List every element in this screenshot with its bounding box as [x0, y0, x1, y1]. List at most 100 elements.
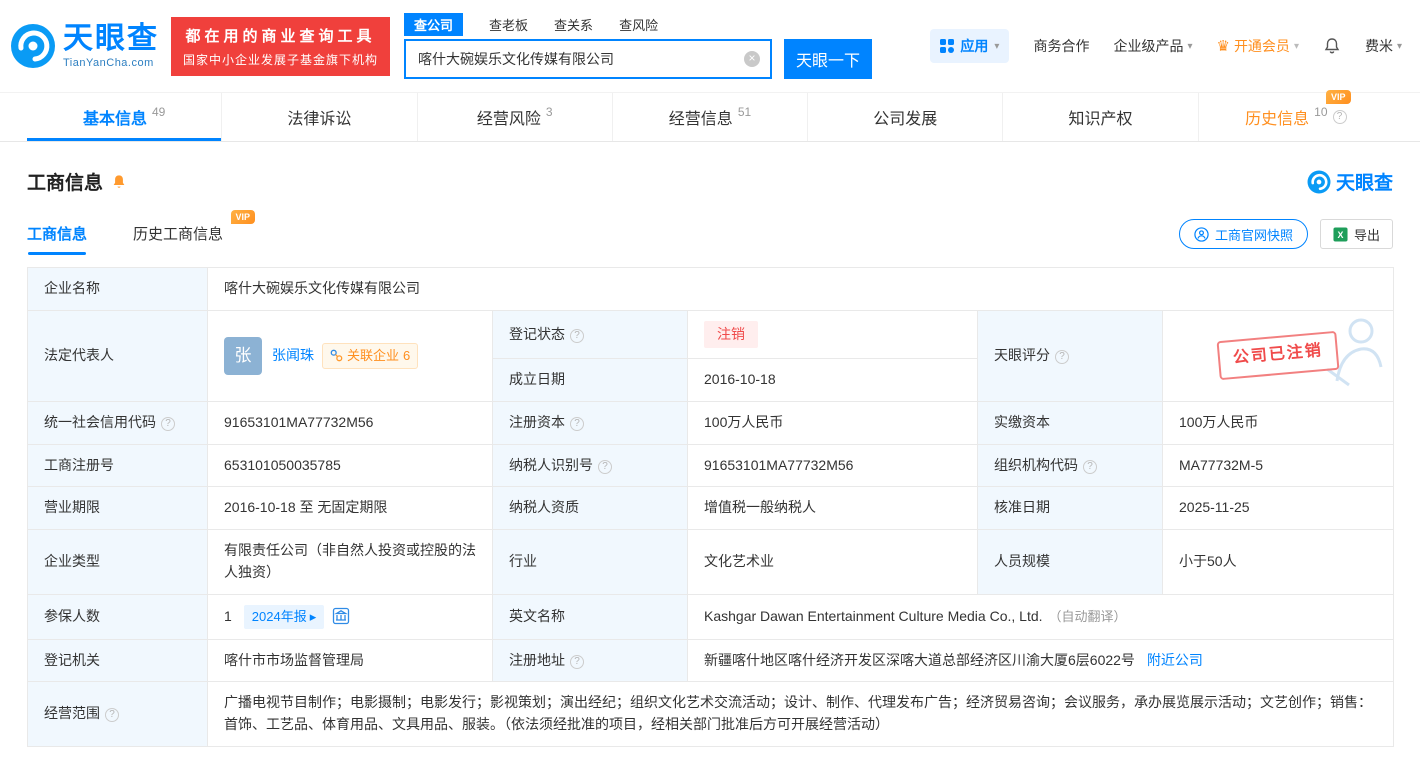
tab-history-info[interactable]: 历史信息 10 ? VIP — [1199, 93, 1393, 141]
field-label-legal-rep: 法定代表人 — [28, 310, 208, 401]
nav-vip-label: 开通会员 — [1234, 36, 1290, 56]
tab-business-info[interactable]: 经营信息 51 — [613, 93, 808, 141]
legal-rep-name-link[interactable]: 张闻珠 — [272, 345, 314, 367]
help-icon[interactable]: ? — [570, 655, 584, 669]
field-label-credit-code: 统一社会信用代码? — [28, 402, 208, 445]
top-header: 天眼查 TianYanCha.com 都在用的商业查询工具 国家中小企业发展子基… — [0, 0, 1420, 92]
tab-legal-proceedings[interactable]: 法律诉讼 — [222, 93, 417, 141]
field-label-industry: 行业 — [493, 530, 688, 594]
field-label-paid-capital: 实缴资本 — [978, 402, 1163, 445]
field-value-business-term: 2016-10-18 至 无固定期限 — [208, 487, 493, 530]
related-companies-count: 6 — [403, 346, 410, 366]
tab-basic-info[interactable]: 基本信息 49 — [27, 93, 222, 141]
tab-count: 10 — [1314, 105, 1327, 119]
nearby-companies-link[interactable]: 附近公司 — [1147, 652, 1203, 668]
nav-business-cooperation[interactable]: 商务合作 — [1033, 36, 1089, 56]
search-tab-risk[interactable]: 查风险 — [619, 15, 658, 34]
slogan-line1: 都在用的商业查询工具 — [183, 25, 378, 46]
clear-search-icon[interactable]: × — [744, 51, 760, 67]
excel-icon: X — [1333, 227, 1348, 242]
search-input[interactable] — [406, 51, 744, 67]
subscribe-bell-icon[interactable] — [111, 174, 127, 190]
tab-operational-risk[interactable]: 经营风险 3 — [418, 93, 613, 141]
watermark-brand-text: 天眼查 — [1336, 168, 1393, 195]
tianyancha-logo[interactable]: 天眼查 TianYanCha.com — [10, 23, 159, 69]
related-companies-label: 关联企业 — [347, 346, 399, 366]
gov-building-icon[interactable] — [332, 607, 350, 625]
brand-name: 天眼查 — [63, 24, 159, 54]
export-button-label: 导出 — [1354, 225, 1380, 244]
nav-enterprise-products[interactable]: 企业级产品 ▾ — [1113, 36, 1192, 56]
help-icon[interactable]: ? — [1083, 460, 1097, 474]
table-row: 参保人数 12024年报▸ 英文名称 Kashgar Dawan Enterta… — [28, 594, 1394, 639]
user-account-menu[interactable]: 费米 ▾ — [1365, 36, 1402, 56]
search-tab-relation[interactable]: 查关系 — [554, 15, 593, 34]
field-value-legal-rep: 张 张闻珠 关联企业 6 — [208, 310, 493, 401]
field-label-reg-number: 工商注册号 — [28, 444, 208, 487]
annual-report-tag[interactable]: 2024年报▸ — [244, 605, 324, 629]
export-button[interactable]: X 导出 — [1320, 219, 1393, 249]
field-label-establish-date: 成立日期 — [493, 359, 688, 402]
official-snapshot-button[interactable]: 工商官网快照 — [1179, 219, 1308, 249]
table-row: 登记机关 喀什市市场监督管理局 注册地址? 新疆喀什地区喀什经济开发区深喀大道总… — [28, 639, 1394, 682]
grid-icon — [940, 39, 954, 53]
notification-bell-icon[interactable] — [1323, 37, 1341, 55]
field-value-reg-number: 653101050035785 — [208, 444, 493, 487]
field-label-business-term: 营业期限 — [28, 487, 208, 530]
field-value-org-code: MA77732M-5 — [1163, 444, 1394, 487]
field-value-industry: 文化艺术业 — [688, 530, 978, 594]
help-icon[interactable]: ? — [1333, 110, 1347, 124]
table-row: 营业期限 2016-10-18 至 无固定期限 纳税人资质 增值税一般纳税人 核… — [28, 487, 1394, 530]
tab-company-development[interactable]: 公司发展 — [808, 93, 1003, 141]
annual-report-label: 2024年报 — [252, 607, 307, 627]
company-tab-bar: 基本信息 49 法律诉讼 经营风险 3 经营信息 51 公司发展 知识产权 历史… — [0, 92, 1420, 142]
help-icon[interactable]: ? — [570, 417, 584, 431]
field-value-business-scope: 广播电视节目制作；电影摄制；电影发行；影视策划；演出经纪；组织文化艺术交流活动；… — [208, 682, 1394, 746]
nav-open-vip[interactable]: ♛ 开通会员 ▾ — [1216, 36, 1298, 56]
apps-menu-label: 应用 — [960, 36, 988, 56]
table-row: 工商注册号 653101050035785 纳税人识别号? 91653101MA… — [28, 444, 1394, 487]
field-value-approval-date: 2025-11-25 — [1163, 487, 1394, 530]
tab-label: 知识产权 — [1069, 105, 1133, 129]
help-icon[interactable]: ? — [161, 417, 175, 431]
search-tab-company[interactable]: 查公司 — [404, 13, 463, 36]
field-label-approval-date: 核准日期 — [978, 487, 1163, 530]
help-icon[interactable]: ? — [598, 460, 612, 474]
subtab-label: 工商信息 — [27, 226, 87, 243]
search-button[interactable]: 天眼一下 — [784, 39, 872, 79]
subtab-label: 历史工商信息 — [133, 226, 223, 243]
tianyancha-logo-icon — [1307, 170, 1331, 194]
apps-menu[interactable]: 应用 ▾ — [930, 29, 1009, 63]
legal-rep-avatar: 张 — [224, 337, 262, 375]
tab-intellectual-property[interactable]: 知识产权 — [1003, 93, 1198, 141]
search-tab-boss[interactable]: 查老板 — [489, 15, 528, 34]
nav-business-label: 商务合作 — [1033, 36, 1089, 56]
auto-translate-note: （自动翻译） — [1049, 609, 1127, 624]
table-row: 法定代表人 张 张闻珠 关联企业 6 — [28, 310, 1394, 359]
main-content: 工商信息 天眼查 工商信息 历史工商信息 VIP — [0, 168, 1420, 747]
field-label-reg-capital: 注册资本? — [493, 402, 688, 445]
help-icon[interactable]: ? — [105, 708, 119, 722]
snapshot-button-label: 工商官网快照 — [1215, 225, 1293, 244]
search-area: 查公司 查老板 查关系 查风险 × 天眼一下 — [404, 13, 872, 79]
table-row: 统一社会信用代码? 91653101MA77732M56 注册资本? 100万人… — [28, 402, 1394, 445]
field-value-taxpayer-id: 91653101MA77732M56 — [688, 444, 978, 487]
field-value-reg-authority: 喀什市市场监督管理局 — [208, 639, 493, 682]
tab-label: 经营风险 — [477, 105, 541, 129]
subtab-business-registration[interactable]: 工商信息 — [27, 223, 87, 255]
help-icon[interactable]: ? — [1055, 350, 1069, 364]
field-value-staff-size: 小于50人 — [1163, 530, 1394, 594]
field-label-business-scope: 经营范围? — [28, 682, 208, 746]
field-label-company-name: 企业名称 — [28, 268, 208, 311]
related-companies-tag[interactable]: 关联企业 6 — [322, 343, 418, 369]
brand-domain: TianYanCha.com — [63, 57, 159, 69]
tab-count: 51 — [738, 105, 751, 119]
business-info-table: 企业名称 喀什大碗娱乐文化传媒有限公司 法定代表人 张 张闻珠 — [27, 267, 1394, 747]
field-label-reg-authority: 登记机关 — [28, 639, 208, 682]
tab-label: 法律诉讼 — [287, 105, 351, 129]
table-row: 企业名称 喀什大碗娱乐文化传媒有限公司 — [28, 268, 1394, 311]
nav-enterprise-label: 企业级产品 — [1113, 36, 1183, 56]
help-icon[interactable]: ? — [570, 329, 584, 343]
vip-badge: VIP — [231, 210, 256, 224]
subtab-history-registration[interactable]: 历史工商信息 VIP — [133, 223, 223, 255]
